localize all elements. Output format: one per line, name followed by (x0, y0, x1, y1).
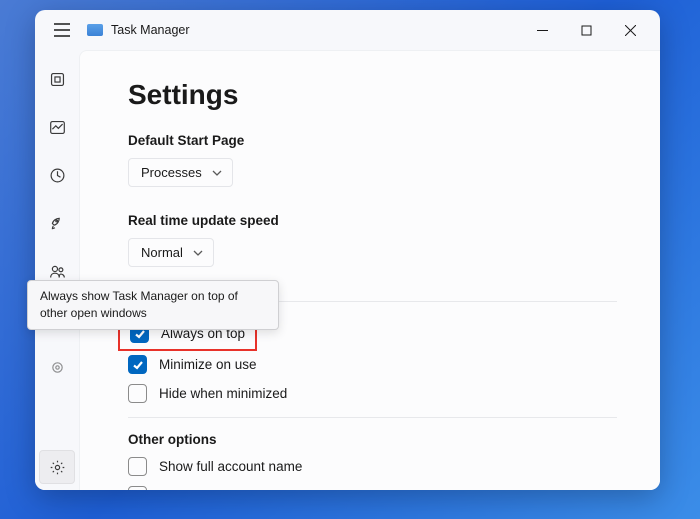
show-history-row: Show history for all processes (128, 486, 660, 490)
performance-icon[interactable] (39, 110, 75, 144)
history-icon[interactable] (39, 158, 75, 192)
menu-button[interactable] (43, 12, 81, 48)
settings-icon[interactable] (39, 450, 75, 484)
window-body: Settings Default Start Page Processes Re… (35, 50, 660, 490)
hide-when-minimized-checkbox[interactable] (128, 384, 147, 403)
tooltip: Always show Task Manager on top of other… (27, 280, 279, 330)
show-history-label: Show history for all processes (159, 488, 338, 490)
chevron-down-icon (212, 168, 222, 178)
minimize-on-use-checkbox[interactable] (128, 355, 147, 374)
update-speed-value: Normal (141, 245, 183, 260)
minimize-button[interactable] (520, 14, 564, 46)
show-history-checkbox[interactable] (128, 486, 147, 490)
services-icon[interactable] (39, 350, 75, 384)
minimize-on-use-label: Minimize on use (159, 357, 257, 372)
update-speed-dropdown[interactable]: Normal (128, 238, 214, 267)
app-icon (87, 24, 103, 36)
hide-when-minimized-label: Hide when minimized (159, 386, 287, 401)
sidebar (35, 50, 79, 490)
show-full-account-row: Show full account name (128, 457, 660, 476)
processes-icon[interactable] (39, 62, 75, 96)
show-full-account-label: Show full account name (159, 459, 302, 474)
page-title: Settings (128, 79, 660, 111)
default-start-dropdown[interactable]: Processes (128, 158, 233, 187)
close-button[interactable] (608, 14, 652, 46)
window-controls (520, 14, 652, 46)
chevron-down-icon (193, 248, 203, 258)
show-full-account-checkbox[interactable] (128, 457, 147, 476)
default-start-value: Processes (141, 165, 202, 180)
startup-icon[interactable] (39, 206, 75, 240)
window-title: Task Manager (111, 23, 190, 37)
titlebar: Task Manager (35, 10, 660, 50)
hide-when-minimized-row: Hide when minimized (128, 384, 660, 403)
update-speed-label: Real time update speed (128, 213, 660, 228)
minimize-on-use-row: Minimize on use (128, 355, 660, 374)
settings-content: Settings Default Start Page Processes Re… (79, 50, 660, 490)
other-options-label: Other options (128, 432, 660, 447)
task-manager-window: Task Manager Settings Default Start Page… (35, 10, 660, 490)
maximize-button[interactable] (564, 14, 608, 46)
default-start-label: Default Start Page (128, 133, 660, 148)
divider (128, 417, 617, 418)
